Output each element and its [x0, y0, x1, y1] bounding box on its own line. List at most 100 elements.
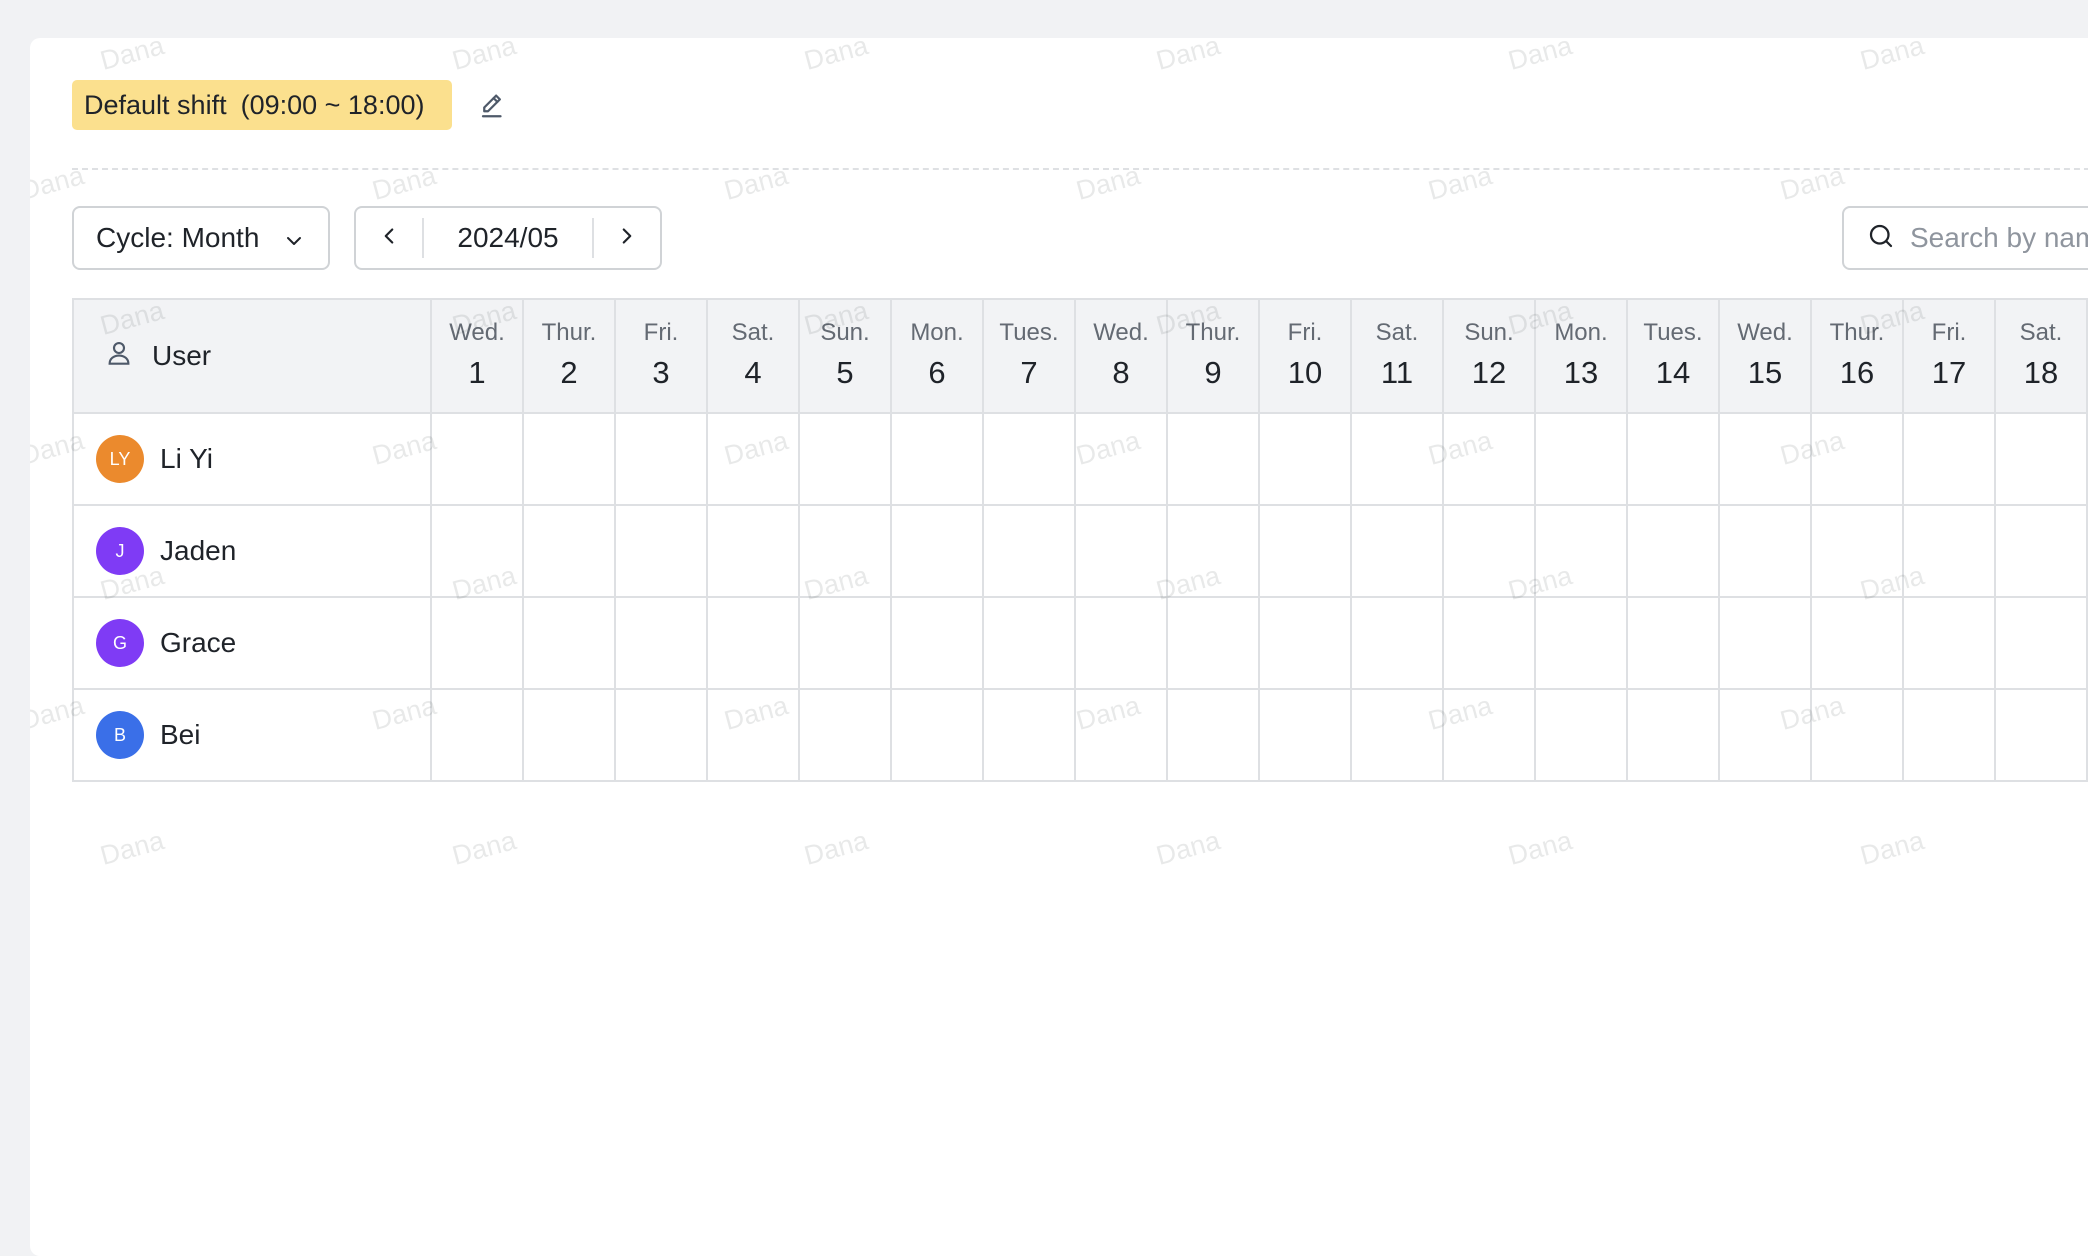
user-header-label: User [152, 340, 212, 371]
schedule-cell[interactable] [1536, 414, 1628, 506]
avatar: LY [96, 435, 144, 483]
schedule-cell[interactable] [1076, 414, 1168, 506]
schedule-cell[interactable] [1076, 690, 1168, 782]
schedule-cell[interactable] [1996, 414, 2088, 506]
schedule-cell[interactable] [984, 506, 1076, 598]
schedule-cell[interactable] [1628, 414, 1720, 506]
schedule-cell[interactable] [1536, 690, 1628, 782]
watermark-text: Dana [449, 825, 520, 871]
table-row: G Grace [74, 598, 2088, 690]
watermark-text: Dana [97, 825, 168, 871]
schedule-cell[interactable] [892, 506, 984, 598]
schedule-cell[interactable] [1444, 598, 1536, 690]
schedule-cell[interactable] [984, 690, 1076, 782]
schedule-cell[interactable] [1352, 414, 1444, 506]
cycle-select[interactable]: Cycle: Month [72, 206, 330, 270]
schedule-cell[interactable] [432, 414, 524, 506]
schedule-cell[interactable] [800, 506, 892, 598]
search-box[interactable] [1842, 206, 2088, 270]
schedule-cell[interactable] [1168, 414, 1260, 506]
weekday-label: Wed. [1093, 319, 1149, 346]
schedule-cell[interactable] [892, 690, 984, 782]
schedule-cell[interactable] [800, 414, 892, 506]
schedule-cell[interactable] [984, 598, 1076, 690]
shift-tag: Default shift (09:00 ~ 18:00) [72, 80, 453, 130]
schedule-cell[interactable] [1628, 598, 1720, 690]
schedule-cell[interactable] [1720, 690, 1812, 782]
schedule-cell[interactable] [708, 690, 800, 782]
schedule-cell[interactable] [708, 506, 800, 598]
schedule-cell[interactable] [1168, 506, 1260, 598]
schedule-cell[interactable] [616, 598, 708, 690]
search-input[interactable] [1910, 222, 2088, 254]
schedule-cell[interactable] [1720, 598, 1812, 690]
day-number: 10 [1287, 355, 1323, 390]
schedule-cell[interactable] [524, 506, 616, 598]
prev-month-button[interactable] [356, 208, 422, 268]
schedule-cell[interactable] [1812, 690, 1904, 782]
schedule-cell[interactable] [1352, 506, 1444, 598]
schedule-cell[interactable] [800, 690, 892, 782]
schedule-cell[interactable] [1536, 506, 1628, 598]
current-month[interactable]: 2024/05 [424, 222, 592, 254]
schedule-cell[interactable] [1996, 598, 2088, 690]
schedule-cell[interactable] [1996, 690, 2088, 782]
next-month-button[interactable] [594, 208, 660, 268]
weekday-label: Thur. [1185, 319, 1241, 346]
schedule-cell[interactable] [1260, 690, 1352, 782]
schedule-cell[interactable] [432, 506, 524, 598]
schedule-cell[interactable] [708, 414, 800, 506]
day-number: 6 [928, 355, 946, 390]
schedule-cell[interactable] [432, 690, 524, 782]
schedule-cell[interactable] [1812, 598, 1904, 690]
schedule-cell[interactable] [616, 506, 708, 598]
schedule-cell[interactable] [800, 598, 892, 690]
day-column-header: Fri. 3 [616, 300, 708, 414]
schedule-cell[interactable] [1720, 414, 1812, 506]
schedule-cell[interactable] [616, 414, 708, 506]
schedule-cell[interactable] [1536, 598, 1628, 690]
schedule-cell[interactable] [1628, 506, 1720, 598]
user-cell: B Bei [74, 690, 432, 782]
schedule-cell[interactable] [1812, 506, 1904, 598]
schedule-cell[interactable] [892, 598, 984, 690]
day-number: 5 [836, 355, 854, 390]
schedule-cell[interactable] [1168, 690, 1260, 782]
schedule-cell[interactable] [1260, 414, 1352, 506]
schedule-cell[interactable] [1168, 598, 1260, 690]
schedule-cell[interactable] [1260, 598, 1352, 690]
shift-time: (09:00 ~ 18:00) [240, 89, 425, 120]
table-header-row: User Wed. 1 Thur. 2 Fri. 3 Sat. 4 Sun. 5 Mon. 6 Tues… [74, 300, 2088, 414]
schedule-cell[interactable] [1444, 506, 1536, 598]
schedule-cell[interactable] [524, 598, 616, 690]
schedule-cell[interactable] [432, 598, 524, 690]
weekday-label: Wed. [449, 319, 505, 346]
edit-icon[interactable] [476, 88, 510, 122]
weekday-label: Thur. [1829, 319, 1885, 346]
schedule-cell[interactable] [1444, 690, 1536, 782]
schedule-cell[interactable] [1904, 414, 1996, 506]
schedule-cell[interactable] [1904, 690, 1996, 782]
avatar: G [96, 619, 144, 667]
schedule-cell[interactable] [1628, 690, 1720, 782]
schedule-cell[interactable] [1076, 598, 1168, 690]
schedule-cell[interactable] [1904, 506, 1996, 598]
schedule-cell[interactable] [1444, 414, 1536, 506]
schedule-cell[interactable] [984, 414, 1076, 506]
schedule-cell[interactable] [1812, 414, 1904, 506]
schedule-cell[interactable] [1076, 506, 1168, 598]
day-number: 9 [1204, 355, 1222, 390]
schedule-cell[interactable] [524, 414, 616, 506]
schedule-cell[interactable] [616, 690, 708, 782]
schedule-cell[interactable] [892, 414, 984, 506]
schedule-cell[interactable] [708, 598, 800, 690]
avatar: B [96, 711, 144, 759]
watermark-text: Dana [1505, 825, 1576, 871]
schedule-cell[interactable] [1352, 598, 1444, 690]
schedule-cell[interactable] [1904, 598, 1996, 690]
schedule-cell[interactable] [1720, 506, 1812, 598]
schedule-cell[interactable] [1996, 506, 2088, 598]
schedule-cell[interactable] [1352, 690, 1444, 782]
schedule-cell[interactable] [524, 690, 616, 782]
schedule-cell[interactable] [1260, 506, 1352, 598]
